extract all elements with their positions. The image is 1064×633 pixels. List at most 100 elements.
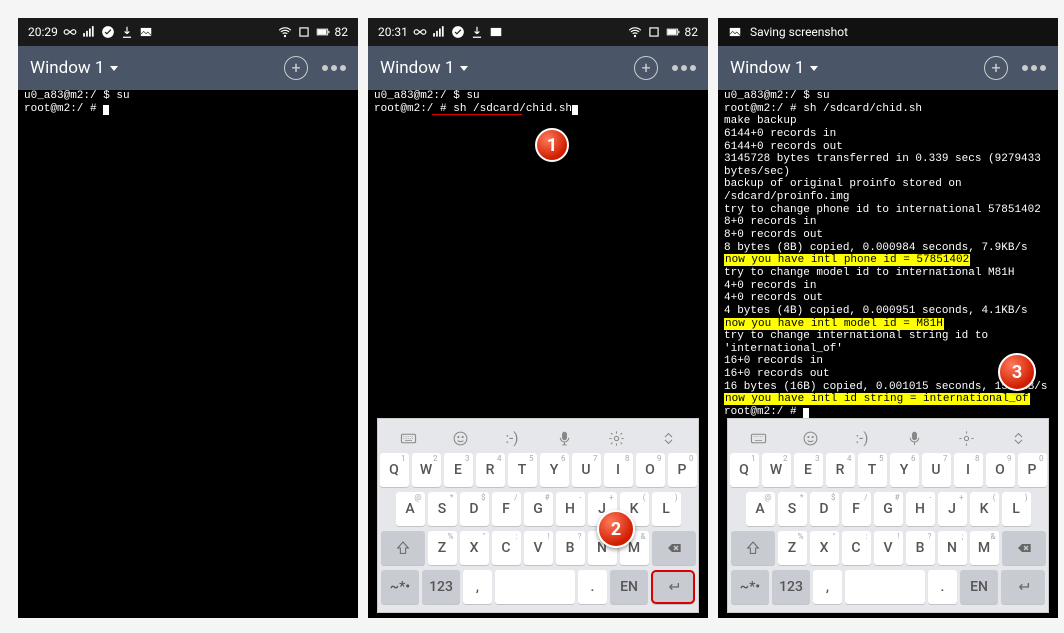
key-y[interactable]: Y6 — [540, 453, 569, 487]
key-symbols[interactable]: ~*• — [731, 570, 769, 604]
key-d[interactable]: D$ — [460, 492, 489, 526]
more-menu-button[interactable] — [1022, 65, 1046, 71]
image-icon — [139, 25, 153, 39]
new-window-button[interactable]: + — [984, 56, 1008, 80]
key-l[interactable]: L) — [1002, 492, 1031, 526]
text-emoji-icon[interactable]: :-) — [853, 429, 871, 447]
more-menu-button[interactable] — [322, 65, 346, 71]
key-z[interactable]: Z% — [428, 531, 457, 565]
key-g[interactable]: G# — [524, 492, 553, 526]
key-o[interactable]: O9 — [986, 453, 1015, 487]
keyboard-toggle-icon[interactable] — [399, 429, 417, 447]
key-enter[interactable] — [1001, 570, 1045, 604]
chevron-down-icon — [460, 66, 468, 71]
key-c[interactable]: C: — [842, 531, 871, 565]
expand-icon[interactable] — [659, 429, 677, 447]
key-t[interactable]: T5 — [508, 453, 537, 487]
key-t[interactable]: T5 — [858, 453, 887, 487]
key-row-2: A@S*D$F/G#H-J+K(L) — [381, 492, 695, 526]
key-p[interactable]: P0 — [668, 453, 697, 487]
gear-icon[interactable] — [607, 429, 625, 447]
key-s[interactable]: S* — [778, 492, 807, 526]
key-r[interactable]: R4 — [826, 453, 855, 487]
key-i[interactable]: I8 — [954, 453, 983, 487]
key-q[interactable]: Q1 — [730, 453, 759, 487]
key-h[interactable]: H- — [906, 492, 935, 526]
mic-icon[interactable] — [555, 429, 573, 447]
keyboard-toggle-icon[interactable] — [749, 429, 767, 447]
key-d[interactable]: D$ — [810, 492, 839, 526]
key-e[interactable]: E3 — [444, 453, 473, 487]
key-dot[interactable]: . — [578, 570, 607, 604]
more-menu-button[interactable] — [672, 65, 696, 71]
key-numbers[interactable]: 123 — [422, 570, 460, 604]
key-w[interactable]: W2 — [762, 453, 791, 487]
highlight-phone-id: now you have intl phone id = 57851402 — [724, 254, 970, 266]
window-title[interactable]: Window 1 — [30, 58, 118, 78]
emoji-icon[interactable] — [801, 429, 819, 447]
key-language[interactable]: EN — [610, 570, 648, 604]
key-space[interactable] — [845, 570, 925, 604]
key-l[interactable]: L) — [652, 492, 681, 526]
key-f[interactable]: F/ — [842, 492, 871, 526]
keyboard[interactable]: :-) Q1W2E3R4T5Y6U7I8O9P0 A@S*D$F/G#H-J+K… — [727, 418, 1049, 613]
key-shift[interactable] — [731, 531, 775, 565]
key-f[interactable]: F/ — [492, 492, 521, 526]
key-e[interactable]: E3 — [794, 453, 823, 487]
emoji-icon[interactable] — [451, 429, 469, 447]
key-backspace[interactable] — [1002, 531, 1046, 565]
key-j[interactable]: J+ — [938, 492, 967, 526]
key-i[interactable]: I8 — [604, 453, 633, 487]
key-q[interactable]: Q1 — [380, 453, 409, 487]
key-a[interactable]: A@ — [396, 492, 425, 526]
terminal-output[interactable]: u0_a83@m2:/ $ su root@m2:/ # sh /sdcard/… — [368, 90, 708, 115]
key-k[interactable]: K( — [970, 492, 999, 526]
keyboard[interactable]: :-) Q1W2E3R4T5Y6U7I8O9P0 A@S*D$F/G#H-J+K… — [377, 418, 699, 613]
key-shift[interactable] — [381, 531, 425, 565]
key-backspace[interactable] — [652, 531, 696, 565]
terminal-toolbar: Window 1 + — [368, 46, 708, 90]
key-v[interactable]: V! — [874, 531, 903, 565]
annotation-badge-1: 1 — [535, 128, 569, 162]
cursor — [572, 105, 578, 115]
key-r[interactable]: R4 — [476, 453, 505, 487]
terminal-output[interactable]: u0_a83@m2:/ $ su root@m2:/ # — [18, 90, 358, 115]
gear-icon[interactable] — [957, 429, 975, 447]
key-symbols[interactable]: ~*• — [381, 570, 419, 604]
text-emoji-icon[interactable]: :-) — [503, 429, 521, 447]
key-v[interactable]: V! — [524, 531, 553, 565]
key-x[interactable]: X" — [810, 531, 839, 565]
key-o[interactable]: O9 — [636, 453, 665, 487]
key-m[interactable]: M& — [970, 531, 999, 565]
key-x[interactable]: X" — [460, 531, 489, 565]
expand-icon[interactable] — [1009, 429, 1027, 447]
key-y[interactable]: Y6 — [890, 453, 919, 487]
key-u[interactable]: U7 — [572, 453, 601, 487]
key-space[interactable] — [495, 570, 575, 604]
status-right: 82 — [628, 25, 699, 39]
key-z[interactable]: Z% — [778, 531, 807, 565]
key-s[interactable]: S* — [428, 492, 457, 526]
key-dot[interactable]: . — [928, 570, 957, 604]
key-b[interactable]: B? — [556, 531, 585, 565]
key-g[interactable]: G# — [874, 492, 903, 526]
key-comma[interactable]: , — [463, 570, 492, 604]
window-title[interactable]: Window 1 — [380, 58, 468, 78]
key-enter[interactable] — [651, 570, 695, 604]
key-c[interactable]: C: — [492, 531, 521, 565]
key-w[interactable]: W2 — [412, 453, 441, 487]
window-title[interactable]: Window 1 — [730, 58, 818, 78]
key-language[interactable]: EN — [960, 570, 998, 604]
key-p[interactable]: P0 — [1018, 453, 1047, 487]
key-b[interactable]: B? — [906, 531, 935, 565]
key-h[interactable]: H- — [556, 492, 585, 526]
mic-icon[interactable] — [905, 429, 923, 447]
key-n[interactable]: N; — [938, 531, 967, 565]
key-a[interactable]: A@ — [746, 492, 775, 526]
key-comma[interactable]: , — [813, 570, 842, 604]
new-window-button[interactable]: + — [284, 56, 308, 80]
new-window-button[interactable]: + — [634, 56, 658, 80]
key-numbers[interactable]: 123 — [772, 570, 810, 604]
key-row-1: Q1W2E3R4T5Y6U7I8O9P0 — [731, 453, 1045, 487]
key-u[interactable]: U7 — [922, 453, 951, 487]
